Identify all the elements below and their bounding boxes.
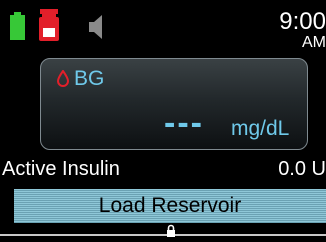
bg-panel[interactable]: BG --- mg/dL — [40, 58, 308, 150]
bg-unit: mg/dL — [231, 117, 290, 140]
reservoir-icon — [39, 9, 59, 41]
bg-value: --- — [164, 104, 204, 142]
status-bar: 9:00 AM — [0, 0, 326, 51]
clock: 9:00 AM — [279, 10, 326, 51]
speaker-icon — [89, 15, 102, 39]
lock-icon — [167, 224, 175, 237]
active-insulin-value: 0.0 U — [278, 158, 326, 180]
clock-ampm: AM — [302, 34, 326, 51]
clock-time: 9:00 — [279, 8, 326, 35]
bottom-divider — [0, 234, 326, 236]
battery-icon — [10, 12, 25, 40]
load-reservoir-button[interactable]: Load Reservoir — [14, 189, 326, 223]
blood-drop-icon — [57, 70, 69, 87]
active-insulin-row: Active Insulin 0.0 U — [0, 158, 326, 182]
active-insulin-label: Active Insulin — [2, 158, 120, 180]
bg-label: BG — [74, 67, 105, 90]
